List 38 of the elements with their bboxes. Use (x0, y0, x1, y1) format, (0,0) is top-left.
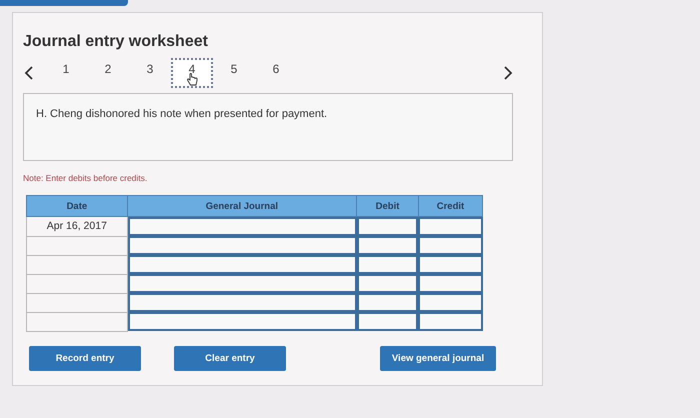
input-field[interactable] (356, 274, 418, 293)
input-field[interactable] (418, 236, 482, 255)
column-header: Credit (418, 196, 482, 216)
page-tab[interactable]: 4 (171, 58, 213, 88)
action-button[interactable]: Clear entry (174, 346, 286, 370)
input-field[interactable] (418, 312, 482, 331)
column-header: General Journal (127, 196, 357, 216)
input-field[interactable] (128, 312, 357, 331)
input-field[interactable] (418, 293, 482, 312)
input-field[interactable] (356, 255, 418, 274)
previous-icon[interactable] (23, 66, 35, 80)
page-tab[interactable]: 2 (87, 58, 129, 88)
column-header: Date (26, 196, 128, 216)
input-field[interactable] (128, 255, 357, 274)
page-tab[interactable]: 6 (255, 58, 297, 88)
note-text: Note: Enter debits before credits. (23, 173, 148, 183)
page-tab[interactable]: 3 (129, 58, 171, 88)
input-field[interactable] (356, 217, 418, 236)
page-tab[interactable]: 5 (213, 58, 255, 88)
prompt-text: H. Cheng dishonored his note when presented for payment. (23, 93, 513, 161)
input-field[interactable] (356, 236, 418, 255)
next-icon[interactable] (502, 66, 514, 80)
action-button[interactable]: Record entry (29, 346, 141, 370)
column-header: Debit (356, 196, 418, 216)
input-field[interactable] (418, 274, 482, 293)
input-field[interactable] (128, 293, 357, 312)
page-tab[interactable]: 1 (45, 58, 87, 88)
input-field[interactable] (356, 293, 418, 312)
hand-cursor-icon (186, 73, 198, 86)
worksheet-title: Journal entry worksheet (23, 33, 209, 51)
action-button[interactable]: View general journal (380, 346, 496, 370)
input-field[interactable] (418, 255, 482, 274)
input-field[interactable] (128, 236, 357, 255)
input-field[interactable] (356, 312, 418, 331)
date-cell: Apr 16, 2017 (26, 216, 128, 236)
input-field[interactable] (128, 274, 357, 293)
input-field[interactable] (418, 217, 482, 236)
input-field[interactable] (128, 217, 357, 236)
